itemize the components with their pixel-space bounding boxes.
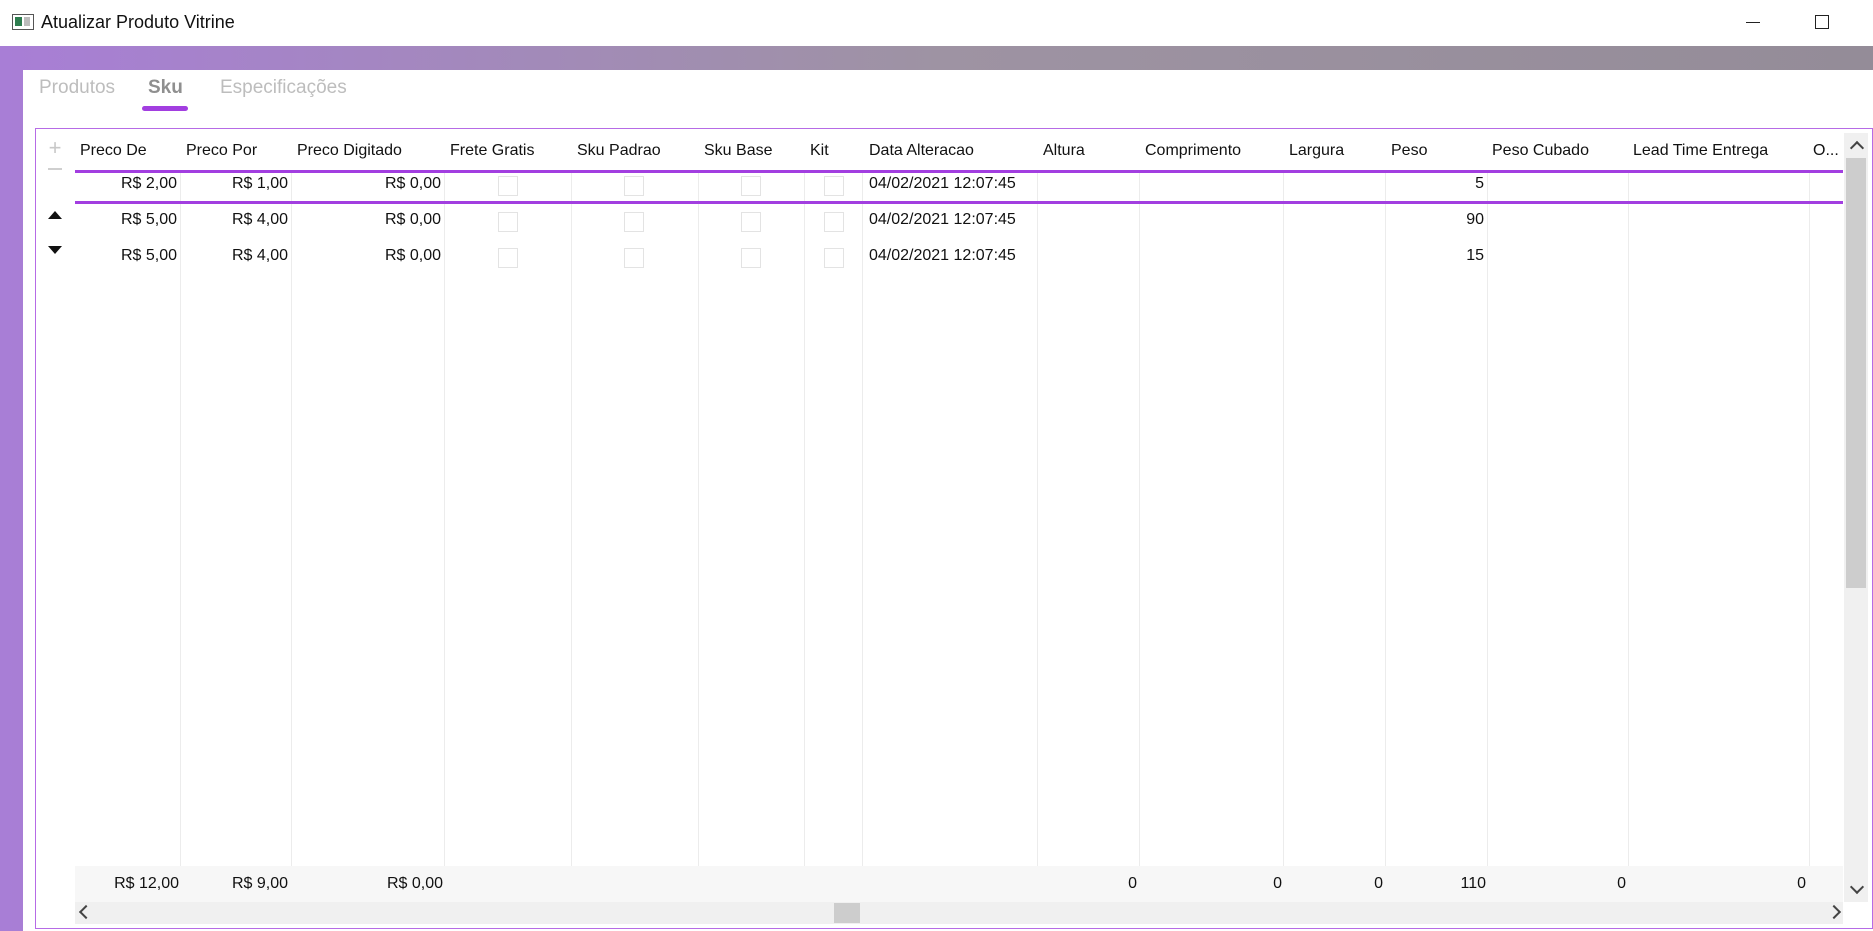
scroll-left-icon[interactable] xyxy=(78,904,94,920)
app-icon xyxy=(12,14,34,30)
scroll-up-icon[interactable] xyxy=(1849,140,1865,156)
column-divider xyxy=(1487,170,1488,866)
column-divider xyxy=(862,170,863,866)
cell-preco-de[interactable]: R$ 5,00 xyxy=(80,247,177,265)
sku-base-checkbox[interactable] xyxy=(741,248,761,268)
column-divider xyxy=(1809,170,1810,866)
cell-data-alteracao[interactable]: 04/02/2021 12:07:45 xyxy=(869,175,1016,193)
window-title: Atualizar Produto Vitrine xyxy=(41,12,235,32)
column-divider xyxy=(1628,170,1629,866)
kit-checkbox[interactable] xyxy=(824,176,844,196)
horizontal-scroll-thumb[interactable] xyxy=(834,903,860,923)
cell-peso[interactable]: 5 xyxy=(1391,175,1484,193)
kit-checkbox[interactable] xyxy=(824,248,844,268)
total-peso: 110 xyxy=(1460,875,1486,892)
tab-sku[interactable]: Sku xyxy=(148,77,183,99)
cell-preco-por[interactable]: R$ 4,00 xyxy=(186,247,288,265)
cell-preco-de[interactable]: R$ 5,00 xyxy=(80,211,177,229)
title-bar: Atualizar Produto Vitrine xyxy=(0,0,1873,46)
active-tab-indicator xyxy=(142,106,188,111)
horizontal-scrollbar[interactable] xyxy=(75,902,1843,924)
tab-produtos[interactable]: Produtos xyxy=(39,77,115,99)
sku-padrao-checkbox[interactable] xyxy=(624,212,644,232)
total-preco-digitado: R$ 0,00 xyxy=(386,875,443,892)
frete-gratis-checkbox[interactable] xyxy=(498,248,518,268)
header-sku-padrao[interactable]: Sku Padrao xyxy=(577,142,661,160)
vertical-scrollbar[interactable] xyxy=(1844,133,1868,902)
header-largura[interactable]: Largura xyxy=(1289,142,1344,160)
cell-peso[interactable]: 90 xyxy=(1391,211,1484,229)
total-comprimento: 0 xyxy=(1273,875,1282,892)
sku-padrao-checkbox[interactable] xyxy=(624,176,644,196)
header-frete-gratis[interactable]: Frete Gratis xyxy=(450,142,534,160)
column-divider xyxy=(804,170,805,866)
frete-gratis-checkbox[interactable] xyxy=(498,176,518,196)
header-altura[interactable]: Altura xyxy=(1043,142,1085,160)
sku-base-checkbox[interactable] xyxy=(741,176,761,196)
tab-especificacoes[interactable]: Especificações xyxy=(220,77,347,99)
minimize-button[interactable] xyxy=(1721,0,1781,46)
header-peso-cubado[interactable]: Peso Cubado xyxy=(1492,142,1589,160)
move-down-icon[interactable] xyxy=(48,246,62,254)
header-more[interactable]: O... xyxy=(1813,142,1839,160)
cell-preco-de[interactable]: R$ 2,00 xyxy=(80,175,177,193)
sku-base-checkbox[interactable] xyxy=(741,212,761,232)
frete-gratis-checkbox[interactable] xyxy=(498,212,518,232)
selected-row-top-border xyxy=(75,170,1843,173)
header-preco-por[interactable]: Preco Por xyxy=(186,142,257,160)
column-divider xyxy=(1283,170,1284,866)
cell-preco-por[interactable]: R$ 1,00 xyxy=(186,175,288,193)
cell-preco-digitado[interactable]: R$ 0,00 xyxy=(297,247,441,265)
cell-peso[interactable]: 15 xyxy=(1391,247,1484,265)
total-altura: 0 xyxy=(1128,875,1137,892)
column-divider xyxy=(1385,170,1386,866)
vertical-scroll-thumb[interactable] xyxy=(1846,158,1866,588)
column-divider xyxy=(444,170,445,866)
sku-padrao-checkbox[interactable] xyxy=(624,248,644,268)
cell-preco-digitado[interactable]: R$ 0,00 xyxy=(297,175,441,193)
column-divider xyxy=(1139,170,1140,866)
maximize-button[interactable] xyxy=(1791,0,1851,46)
header-preco-digitado[interactable]: Preco Digitado xyxy=(297,142,402,160)
remove-row-button[interactable] xyxy=(48,168,62,170)
total-lead-time-entrega: 0 xyxy=(1797,875,1806,892)
total-largura: 0 xyxy=(1374,875,1383,892)
add-row-button[interactable]: + xyxy=(41,135,69,161)
kit-checkbox[interactable] xyxy=(824,212,844,232)
column-divider xyxy=(1037,170,1038,866)
cell-data-alteracao[interactable]: 04/02/2021 12:07:45 xyxy=(869,211,1016,229)
header-comprimento[interactable]: Comprimento xyxy=(1145,142,1241,160)
header-preco-de[interactable]: Preco De xyxy=(80,142,147,160)
total-preco-por: R$ 9,00 xyxy=(231,875,288,892)
cell-preco-por[interactable]: R$ 4,00 xyxy=(186,211,288,229)
selected-row-bottom-border xyxy=(75,201,1843,204)
header-kit[interactable]: Kit xyxy=(810,142,829,160)
column-divider xyxy=(571,170,572,866)
header-lead-time-entrega[interactable]: Lead Time Entrega xyxy=(1633,142,1768,160)
column-divider xyxy=(180,170,181,866)
cell-preco-digitado[interactable]: R$ 0,00 xyxy=(297,211,441,229)
header-peso[interactable]: Peso xyxy=(1391,142,1427,160)
cell-data-alteracao[interactable]: 04/02/2021 12:07:45 xyxy=(869,247,1016,265)
header-data-alteracao[interactable]: Data Alteracao xyxy=(869,142,974,160)
move-up-icon[interactable] xyxy=(48,211,62,219)
grid-header: Preco De Preco Por Preco Digitado Frete … xyxy=(75,133,1843,169)
total-preco-de: R$ 12,00 xyxy=(114,875,179,892)
column-divider xyxy=(698,170,699,866)
header-sku-base[interactable]: Sku Base xyxy=(704,142,772,160)
total-peso-cubado: 0 xyxy=(1617,875,1626,892)
scroll-down-icon[interactable] xyxy=(1849,879,1865,895)
scroll-right-icon[interactable] xyxy=(1826,904,1842,920)
column-divider xyxy=(291,170,292,866)
